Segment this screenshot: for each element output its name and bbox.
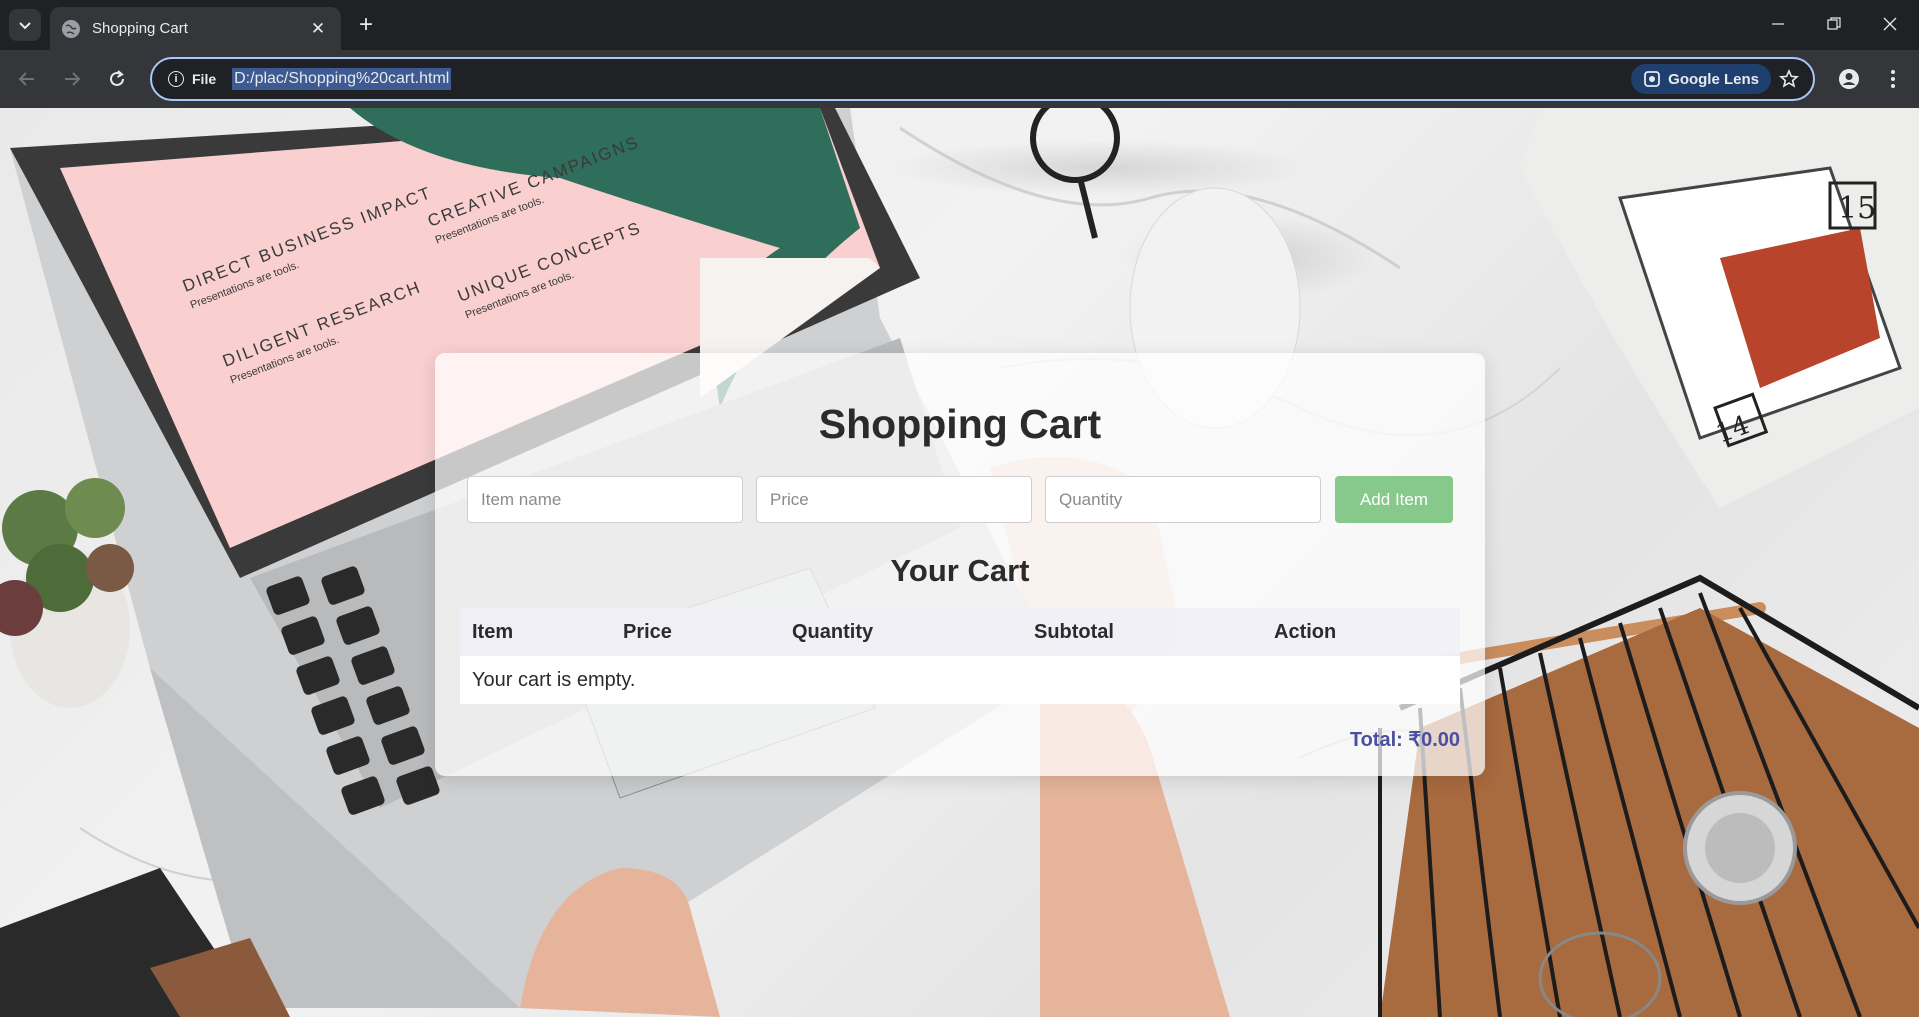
item-name-input[interactable] (467, 476, 743, 523)
plant-image (0, 478, 134, 708)
address-bar[interactable]: i File D:/plac/Shopping%20cart.html Goog… (150, 57, 1815, 101)
google-lens-button[interactable]: Google Lens (1631, 64, 1771, 94)
tab-search-button[interactable] (9, 9, 41, 41)
column-header-price: Price (611, 608, 780, 656)
bookmark-button[interactable] (1775, 65, 1803, 93)
browser-menu-button[interactable] (1877, 63, 1909, 95)
shopping-cart-card: Shopping Cart Add Item Your Cart Item Pr… (435, 353, 1485, 776)
column-header-quantity: Quantity (780, 608, 1022, 656)
reload-button[interactable] (101, 63, 133, 95)
quantity-input[interactable] (1045, 476, 1321, 523)
svg-text:15: 15 (1838, 191, 1876, 226)
info-icon: i (168, 71, 184, 87)
price-input[interactable] (756, 476, 1032, 523)
close-tab-icon[interactable]: ✕ (307, 18, 329, 40)
profile-button[interactable] (1833, 63, 1865, 95)
close-icon (1883, 17, 1897, 31)
lens-icon (1644, 71, 1661, 87)
column-header-action: Action (1262, 608, 1460, 656)
page-viewport: 15 14 DIRECT BUSINESS IMPACT Presentatio… (0, 108, 1919, 1017)
back-button[interactable] (11, 63, 43, 95)
site-info-button[interactable]: i File (162, 64, 226, 94)
minimize-icon (1772, 23, 1784, 25)
column-header-item: Item (460, 608, 611, 656)
cart-total: Total: ₹0.00 (1349, 729, 1460, 751)
forward-button[interactable] (56, 63, 88, 95)
restore-icon (1827, 17, 1841, 30)
site-info-label: File (192, 71, 217, 87)
table-header-row: Item Price Quantity Subtotal Action (460, 608, 1460, 656)
new-tab-button[interactable]: + (351, 10, 381, 40)
browser-toolbar: i File D:/plac/Shopping%20cart.html Goog… (0, 50, 1919, 108)
google-lens-label: Google Lens (1668, 70, 1759, 88)
reload-icon (110, 70, 124, 86)
minimize-button[interactable] (1750, 0, 1806, 48)
profile-icon (1839, 69, 1859, 89)
cart-table: Item Price Quantity Subtotal Action Your… (460, 608, 1460, 704)
cart-section-title: Your Cart (890, 553, 1030, 588)
restore-button[interactable] (1806, 0, 1862, 48)
column-header-subtotal: Subtotal (1022, 608, 1262, 656)
table-row: Your cart is empty. (460, 656, 1460, 704)
tab-title: Shopping Cart (92, 20, 188, 37)
back-arrow-icon (18, 72, 34, 86)
forward-arrow-icon (65, 72, 81, 86)
chevron-down-icon (19, 22, 31, 30)
empty-cart-message: Your cart is empty. (460, 656, 1460, 704)
star-icon (1779, 69, 1799, 88)
page-title: Shopping Cart (818, 401, 1102, 447)
close-window-button[interactable] (1862, 0, 1918, 48)
newspaper-image: 15 14 (1520, 108, 1919, 508)
tab-shopping-cart[interactable]: Shopping Cart ✕ (50, 7, 341, 50)
url-text[interactable]: D:/plac/Shopping%20cart.html (232, 68, 452, 90)
globe-icon (62, 19, 80, 38)
add-item-button[interactable]: Add Item (1335, 476, 1453, 523)
tab-strip: Shopping Cart ✕ + (0, 0, 1919, 50)
more-vertical-icon (1891, 70, 1895, 88)
